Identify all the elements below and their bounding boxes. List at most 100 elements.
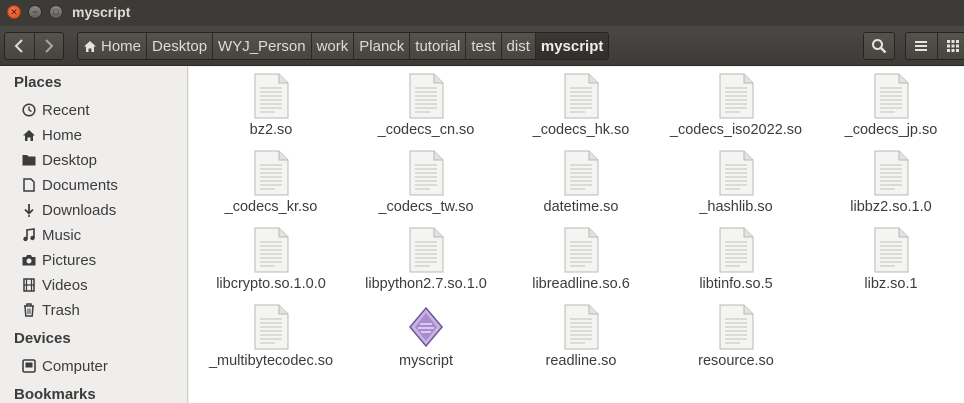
file-name: libpython2.7.so.1.0 — [365, 276, 487, 292]
breadcrumb-home[interactable]: Home — [78, 33, 148, 59]
breadcrumb-work[interactable]: work — [311, 33, 355, 59]
breadcrumb-wyj-person[interactable]: WYJ_Person — [213, 33, 312, 59]
sidebar-item-computer[interactable]: Computer — [22, 355, 108, 377]
file-name: libcrypto.so.1.0.0 — [216, 276, 326, 292]
breadcrumb: Home Desktop WYJ_Person work Planck tuto… — [77, 32, 610, 60]
computer-icon — [22, 359, 36, 373]
maximize-window-button[interactable]: □ — [49, 5, 63, 19]
close-icon: ✕ — [10, 7, 18, 17]
shared-library-icon — [408, 227, 444, 273]
file-name: _codecs_tw.so — [378, 199, 474, 215]
file-item[interactable]: _codecs_hk.so — [501, 73, 661, 138]
file-name: _codecs_cn.so — [377, 122, 475, 138]
sidebar-item-label: Music — [42, 226, 82, 244]
file-item[interactable]: _codecs_cn.so — [346, 73, 506, 138]
list-view-button[interactable] — [906, 33, 937, 59]
file-item[interactable]: libreadline.so.6 — [501, 227, 661, 292]
sidebar-item-home[interactable]: Home — [22, 124, 82, 146]
file-name: datetime.so — [543, 199, 619, 215]
devices-heading: Devices — [14, 330, 71, 347]
minimize-icon: − — [32, 7, 38, 17]
shared-library-icon — [408, 73, 444, 119]
shared-library-icon — [718, 304, 754, 350]
shared-library-icon — [718, 227, 754, 273]
shared-library-icon — [563, 73, 599, 119]
breadcrumb-desktop[interactable]: Desktop — [147, 33, 214, 59]
film-icon — [22, 278, 36, 292]
shared-library-icon — [253, 73, 289, 119]
forward-button[interactable] — [33, 33, 64, 59]
file-item[interactable]: libz.so.1 — [811, 227, 964, 292]
sidebar-item-downloads[interactable]: Downloads — [22, 199, 116, 221]
file-item[interactable]: libpython2.7.so.1.0 — [346, 227, 506, 292]
executable-icon — [408, 304, 444, 350]
breadcrumb-label: Home — [101, 37, 142, 55]
shared-library-icon — [563, 304, 599, 350]
file-name: libbz2.so.1.0 — [850, 199, 932, 215]
minimize-window-button[interactable]: − — [28, 5, 42, 19]
grid-view-button[interactable] — [936, 33, 964, 59]
file-item[interactable]: _hashlib.so — [656, 150, 816, 215]
breadcrumb-planck[interactable]: Planck — [354, 33, 411, 59]
file-item[interactable]: readline.so — [501, 304, 661, 369]
view-buttons — [905, 32, 964, 60]
file-item[interactable]: datetime.so — [501, 150, 661, 215]
file-item[interactable]: bz2.so — [191, 73, 351, 138]
sidebar-item-label: Home — [42, 126, 83, 144]
file-item[interactable]: _codecs_tw.so — [346, 150, 506, 215]
file-name: _multibytecodec.so — [208, 353, 334, 369]
file-name: bz2.so — [249, 122, 293, 138]
breadcrumb-dist[interactable]: dist — [501, 33, 536, 59]
sidebar-item-pictures[interactable]: Pictures — [22, 249, 96, 271]
shared-library-icon — [408, 150, 444, 196]
file-name: libtinfo.so.5 — [699, 276, 773, 292]
sidebar-item-label: Trash — [42, 301, 80, 319]
trash-icon — [22, 303, 36, 317]
chevron-right-icon — [45, 39, 54, 53]
sidebar-item-label: Documents — [42, 176, 118, 194]
sidebar-item-recent[interactable]: Recent — [22, 99, 90, 121]
sidebar-item-trash[interactable]: Trash — [22, 299, 80, 321]
shared-library-icon — [718, 150, 754, 196]
shared-library-icon — [253, 150, 289, 196]
breadcrumb-tutorial[interactable]: tutorial — [410, 33, 467, 59]
file-name: _codecs_jp.so — [844, 122, 938, 138]
clock-icon — [22, 103, 36, 117]
shared-library-icon — [873, 73, 909, 119]
grid-icon — [946, 40, 959, 52]
sidebar-item-label: Videos — [42, 276, 88, 294]
search-button[interactable] — [863, 32, 895, 60]
file-item[interactable]: _multibytecodec.so — [191, 304, 351, 369]
maximize-icon: □ — [53, 7, 59, 17]
sidebar-item-desktop[interactable]: Desktop — [22, 149, 97, 171]
title-bar: ✕ − □ myscript — [0, 0, 964, 26]
file-name: _codecs_kr.so — [224, 199, 318, 215]
shared-library-icon — [718, 73, 754, 119]
places-heading: Places — [14, 74, 62, 91]
file-item[interactable]: libtinfo.so.5 — [656, 227, 816, 292]
file-item[interactable]: libbz2.so.1.0 — [811, 150, 964, 215]
sidebar-item-documents[interactable]: Documents — [22, 174, 118, 196]
shared-library-icon — [873, 227, 909, 273]
sidebar-item-label: Computer — [42, 357, 108, 375]
document-icon — [22, 178, 36, 192]
file-item[interactable]: resource.so — [656, 304, 816, 369]
sidebar-item-music[interactable]: Music — [22, 224, 81, 246]
file-item[interactable]: myscript — [346, 304, 506, 369]
shared-library-icon — [563, 150, 599, 196]
file-name: _codecs_hk.so — [532, 122, 630, 138]
shared-library-icon — [253, 227, 289, 273]
shared-library-icon — [563, 227, 599, 273]
bookmarks-heading: Bookmarks — [14, 386, 96, 403]
sidebar-item-videos[interactable]: Videos — [22, 274, 88, 296]
file-name: readline.so — [545, 353, 617, 369]
navigation-buttons — [4, 32, 64, 60]
file-item[interactable]: _codecs_iso2022.so — [656, 73, 816, 138]
file-item[interactable]: _codecs_kr.so — [191, 150, 351, 215]
file-item[interactable]: libcrypto.so.1.0.0 — [191, 227, 351, 292]
file-item[interactable]: _codecs_jp.so — [811, 73, 964, 138]
back-button[interactable] — [5, 33, 34, 59]
breadcrumb-myscript[interactable]: myscript — [535, 33, 609, 59]
breadcrumb-test[interactable]: test — [466, 33, 502, 59]
close-window-button[interactable]: ✕ — [7, 5, 21, 19]
